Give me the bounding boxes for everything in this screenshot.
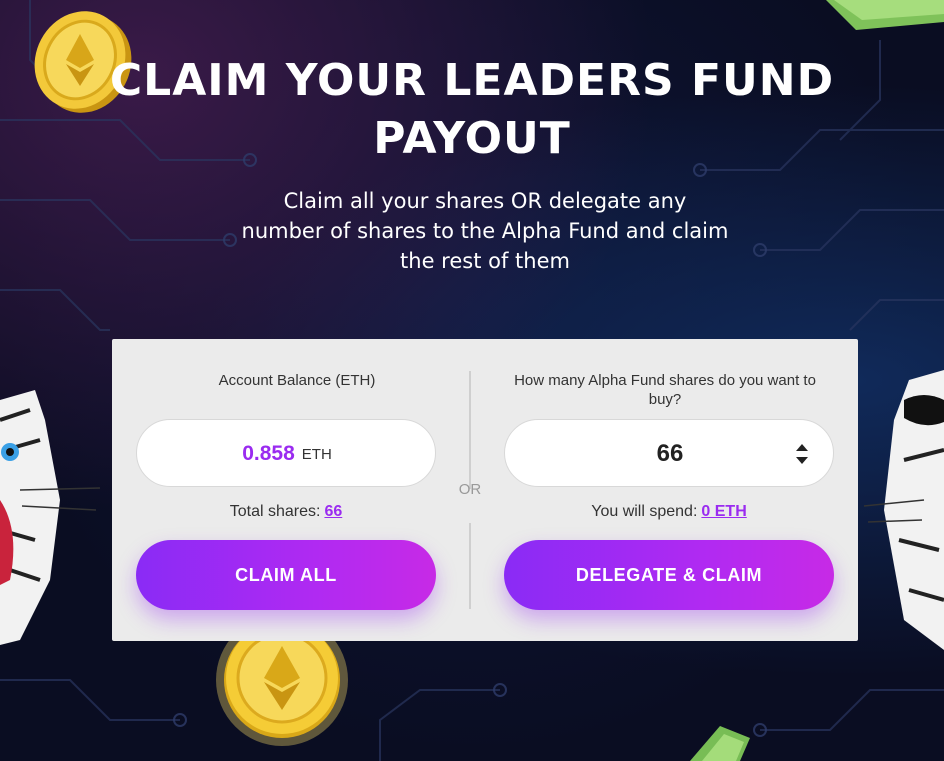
- delegate-panel: How many Alpha Fund shares do you want t…: [504, 339, 835, 641]
- total-shares: Total shares: 66: [136, 503, 436, 521]
- spend-label: You will spend:: [591, 503, 698, 520]
- claim-all-panel: Account Balance (ETH) 0.858 ETH Total sh…: [136, 339, 458, 641]
- page-title: CLAIM YOUR LEADERS FUND PAYOUT: [0, 52, 944, 168]
- balance-unit: ETH: [301, 445, 332, 463]
- balance-value: 0.858: [242, 442, 295, 465]
- banknote-icon: [690, 726, 750, 761]
- balance-display: 0.858 ETH: [136, 419, 436, 487]
- claim-all-button[interactable]: CLAIM ALL: [136, 540, 436, 610]
- balance-label: Account Balance (ETH): [218, 372, 376, 389]
- divider-bottom: [469, 523, 471, 609]
- spend-value: 0 ETH: [701, 503, 747, 520]
- claim-card: Account Balance (ETH) 0.858 ETH Total sh…: [112, 339, 858, 641]
- or-separator: OR: [458, 481, 482, 498]
- white-tiger-mascot: [0, 390, 100, 645]
- banknote-icon: [826, 0, 944, 30]
- page-title-line-2: PAYOUT: [373, 113, 571, 164]
- total-shares-label: Total shares:: [229, 503, 321, 520]
- total-shares-value: 66: [324, 503, 343, 520]
- shares-input[interactable]: [505, 420, 835, 488]
- up-down-arrows-icon[interactable]: [795, 442, 809, 466]
- delegate-claim-button[interactable]: DELEGATE & CLAIM: [504, 540, 834, 610]
- divider-top: [469, 371, 471, 489]
- page-subtitle: Claim all your shares OR delegate any nu…: [241, 189, 729, 273]
- shares-question-label: How many Alpha Fund shares do you want t…: [514, 372, 816, 408]
- white-tiger-mascot: [864, 370, 944, 650]
- shares-input-field: [504, 419, 835, 488]
- spend-summary: You will spend: 0 ETH: [504, 503, 834, 521]
- page-title-line-1: CLAIM YOUR LEADERS FUND: [109, 55, 835, 106]
